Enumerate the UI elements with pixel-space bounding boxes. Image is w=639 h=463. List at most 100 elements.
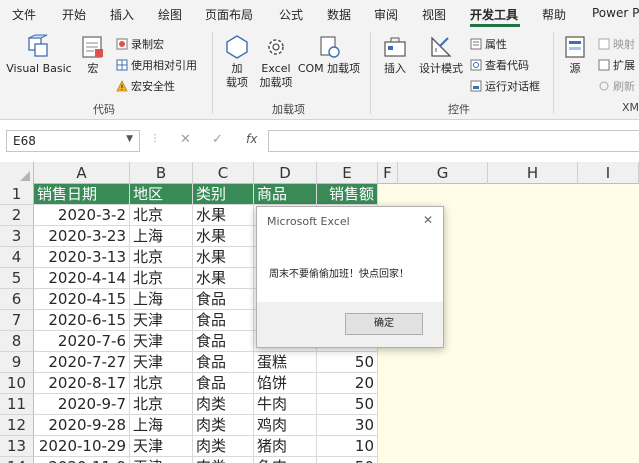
run-dialog-button[interactable]: 运行对话框	[470, 78, 540, 94]
row-header-3[interactable]: 3	[0, 226, 34, 247]
table-cell[interactable]: 水果	[193, 268, 254, 289]
map-properties-button[interactable]: 映射	[598, 36, 635, 52]
properties-button[interactable]: 属性	[470, 36, 507, 52]
table-header-cell[interactable]: 类别	[193, 184, 254, 205]
tab-8[interactable]: 视图	[422, 6, 446, 23]
chevron-down-icon[interactable]: ▼	[126, 134, 133, 144]
formula-input[interactable]	[268, 130, 639, 152]
row-header-7[interactable]: 7	[0, 310, 34, 331]
tab-4[interactable]: 页面布局	[205, 6, 253, 23]
view-code-button[interactable]: 查看代码	[470, 57, 529, 73]
table-cell[interactable]: 天津	[130, 352, 193, 373]
tab-11[interactable]: Power P	[592, 6, 639, 20]
column-header-c[interactable]: C	[193, 162, 254, 184]
column-header-i[interactable]: I	[578, 162, 639, 184]
table-cell[interactable]: 2020-9-7	[34, 394, 130, 415]
table-cell[interactable]: 蛋糕	[254, 352, 317, 373]
row-header-5[interactable]: 5	[0, 268, 34, 289]
table-cell[interactable]: 馅饼	[254, 373, 317, 394]
column-header-d[interactable]: D	[254, 162, 317, 184]
table-cell[interactable]: 2020-3-23	[34, 226, 130, 247]
table-cell[interactable]: 2020-7-27	[34, 352, 130, 373]
tab-10[interactable]: 帮助	[542, 6, 566, 23]
table-cell[interactable]: 食品	[193, 289, 254, 310]
insert-controls-button[interactable]: 插入	[378, 34, 412, 76]
design-mode-button[interactable]: 设计模式	[416, 34, 466, 76]
expansion-packs-button[interactable]: 扩展	[598, 57, 635, 73]
ok-button[interactable]: 确定	[345, 313, 423, 335]
table-cell[interactable]: 水果	[193, 205, 254, 226]
cancel-entry-button[interactable]: ✕	[180, 132, 191, 147]
visual-basic-button[interactable]: Visual Basic	[6, 34, 72, 76]
table-cell[interactable]: 食品	[193, 310, 254, 331]
table-cell[interactable]: 2020-4-14	[34, 268, 130, 289]
table-cell[interactable]: 50	[317, 457, 378, 463]
row-header-12[interactable]: 12	[0, 415, 34, 436]
tab-3[interactable]: 绘图	[158, 6, 182, 23]
column-header-f[interactable]: F	[378, 162, 398, 184]
table-cell[interactable]: 2020-9-28	[34, 415, 130, 436]
column-header-g[interactable]: G	[398, 162, 488, 184]
close-icon[interactable]: ✕	[423, 213, 433, 227]
tab-7[interactable]: 审阅	[374, 6, 398, 23]
table-cell[interactable]: 食品	[193, 352, 254, 373]
row-header-4[interactable]: 4	[0, 247, 34, 268]
row-header-13[interactable]: 13	[0, 436, 34, 457]
table-cell[interactable]: 天津	[130, 436, 193, 457]
table-cell[interactable]: 天津	[130, 331, 193, 352]
tab-1[interactable]: 开始	[62, 6, 86, 23]
table-cell[interactable]: 2020-11-9	[34, 457, 130, 463]
column-header-h[interactable]: H	[488, 162, 578, 184]
insert-function-button[interactable]: fx	[246, 132, 257, 146]
table-cell[interactable]: 10	[317, 436, 378, 457]
column-header-e[interactable]: E	[317, 162, 378, 184]
column-header-b[interactable]: B	[130, 162, 193, 184]
table-cell[interactable]: 肉类	[193, 457, 254, 463]
table-header-cell[interactable]: 商品	[254, 184, 317, 205]
row-header-11[interactable]: 11	[0, 394, 34, 415]
record-macro-button[interactable]: 录制宏	[116, 36, 164, 52]
table-cell[interactable]: 北京	[130, 373, 193, 394]
table-cell[interactable]: 水果	[193, 226, 254, 247]
refresh-data-button[interactable]: 刷新	[598, 78, 635, 94]
table-cell[interactable]: 牛肉	[254, 394, 317, 415]
table-cell[interactable]: 北京	[130, 394, 193, 415]
table-header-cell[interactable]: 销售日期	[34, 184, 130, 205]
table-header-cell[interactable]: 销售额	[317, 184, 378, 205]
table-cell[interactable]: 50	[317, 394, 378, 415]
table-cell[interactable]: 肉类	[193, 436, 254, 457]
tab-2[interactable]: 插入	[110, 6, 134, 23]
table-cell[interactable]: 2020-8-17	[34, 373, 130, 394]
row-header-14[interactable]: 14	[0, 457, 34, 463]
row-header-8[interactable]: 8	[0, 331, 34, 352]
table-cell[interactable]: 2020-10-29	[34, 436, 130, 457]
tab-6[interactable]: 数据	[327, 6, 351, 23]
table-cell[interactable]: 2020-3-2	[34, 205, 130, 226]
select-all-button[interactable]	[0, 162, 34, 184]
use-relative-references-button[interactable]: 使用相对引用	[116, 57, 197, 73]
table-cell[interactable]: 天津	[130, 310, 193, 331]
table-cell[interactable]: 天津	[130, 457, 193, 463]
table-cell[interactable]: 食品	[193, 331, 254, 352]
table-cell[interactable]: 上海	[130, 289, 193, 310]
com-add-ins-button[interactable]: COM 加载项	[296, 34, 362, 76]
table-cell[interactable]: 50	[317, 352, 378, 373]
confirm-entry-button[interactable]: ✓	[212, 132, 223, 147]
tab-0[interactable]: 文件	[12, 6, 36, 23]
table-cell[interactable]: 30	[317, 415, 378, 436]
tab-5[interactable]: 公式	[279, 6, 303, 23]
row-header-9[interactable]: 9	[0, 352, 34, 373]
add-ins-button[interactable]: 加 载项	[222, 34, 252, 90]
table-cell[interactable]: 2020-4-15	[34, 289, 130, 310]
table-cell[interactable]: 北京	[130, 205, 193, 226]
table-cell[interactable]: 2020-6-15	[34, 310, 130, 331]
table-cell[interactable]: 20	[317, 373, 378, 394]
row-header-1[interactable]: 1	[0, 184, 34, 205]
table-cell[interactable]: 鱼肉	[254, 457, 317, 463]
table-cell[interactable]: 肉类	[193, 415, 254, 436]
table-cell[interactable]: 2020-3-13	[34, 247, 130, 268]
macros-button[interactable]: 宏	[78, 34, 108, 76]
table-cell[interactable]: 上海	[130, 415, 193, 436]
row-header-2[interactable]: 2	[0, 205, 34, 226]
table-cell[interactable]: 2020-7-6	[34, 331, 130, 352]
